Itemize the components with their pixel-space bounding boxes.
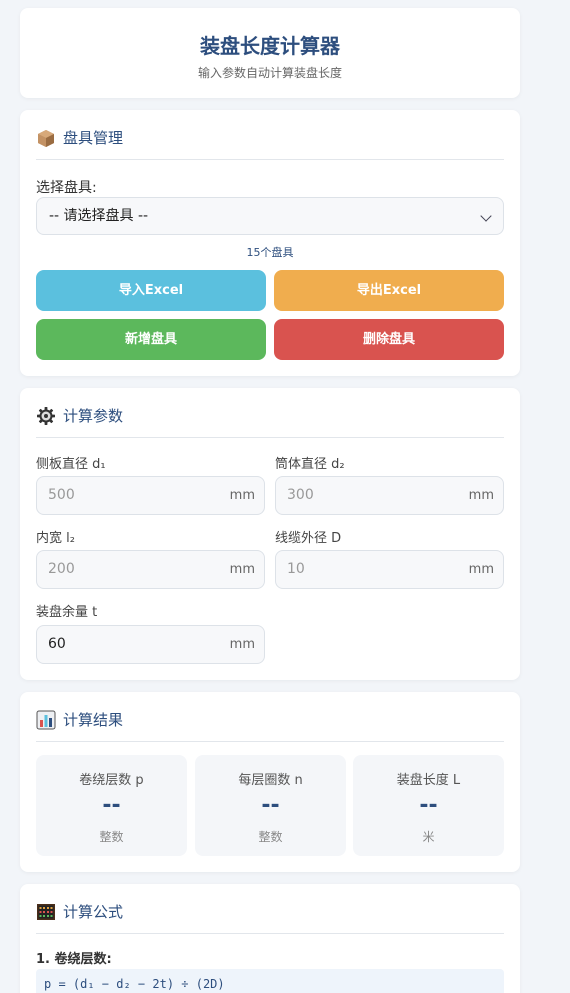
abacus-icon (36, 902, 56, 922)
input-unit: mm (229, 488, 255, 503)
reel-select-value: -- 请选择盘具 -- (49, 208, 149, 224)
box-icon (36, 128, 56, 148)
side-plate-diameter-label: 侧板直径 d₁ (36, 457, 106, 472)
params-section-title: 计算参数 (63, 407, 124, 425)
input-value: 10 (287, 561, 305, 577)
chevron-down-icon (480, 210, 492, 222)
page-subtitle: 输入参数自动计算装盘长度 (197, 66, 342, 80)
reel-management-card: 盘具管理 选择盘具: -- 请选择盘具 -- 15个盘具 导入Excel 导出E… (20, 110, 520, 376)
input-unit: mm (468, 562, 494, 577)
input-value: 500 (48, 487, 75, 503)
input-unit: mm (229, 637, 255, 652)
add-reel-button[interactable]: 新增盘具 (36, 319, 266, 360)
page-title: 装盘长度计算器 (200, 34, 340, 58)
inner-width-input[interactable]: 200 mm (36, 550, 265, 589)
input-value: 60 (48, 636, 66, 652)
reel-margin-input[interactable]: 60 mm (36, 625, 265, 664)
result-name: 卷绕层数 p (79, 773, 144, 788)
result-name: 每层圈数 n (238, 773, 303, 788)
input-unit: mm (468, 488, 494, 503)
barrel-diameter-label: 筒体直径 d₂ (275, 457, 345, 472)
reel-select-label: 选择盘具: (36, 180, 97, 196)
gear-icon (36, 406, 56, 426)
formula-code: p = (d₁ − d₂ − 2t) ÷ (2D) (36, 969, 504, 993)
reel-section-title: 盘具管理 (63, 129, 124, 147)
reel-section-header: 盘具管理 (36, 128, 504, 160)
input-value: 300 (287, 487, 314, 503)
input-unit: mm (229, 562, 255, 577)
result-value: -- (261, 793, 280, 818)
bar-chart-icon (36, 710, 56, 730)
formula-card: 计算公式 1. 卷绕层数: p = (d₁ − d₂ − 2t) ÷ (2D) (20, 884, 520, 993)
params-card: 计算参数 侧板直径 d₁ 500 mm 筒体直径 d₂ 300 mm 内宽 l₂… (20, 388, 520, 680)
result-value: -- (102, 793, 121, 818)
reel-count-text: 15个盘具 (246, 246, 294, 259)
result-unit: 米 (422, 830, 435, 844)
export-excel-button[interactable]: 导出Excel (274, 270, 504, 311)
result-turns-box: 每层圈数 n -- 整数 (195, 755, 346, 856)
cable-diameter-label: 线缆外径 D (275, 531, 342, 546)
params-section-header: 计算参数 (36, 406, 504, 438)
formula-label: 1. 卷绕层数: (36, 952, 112, 967)
input-value: 200 (48, 561, 75, 577)
result-layers-box: 卷绕层数 p -- 整数 (36, 755, 187, 856)
results-card: 计算结果 卷绕层数 p -- 整数 每层圈数 n -- 整数 装盘长度 L --… (20, 692, 520, 872)
delete-reel-button[interactable]: 删除盘具 (274, 319, 504, 360)
inner-width-label: 内宽 l₂ (36, 531, 75, 546)
formula-section-title: 计算公式 (63, 903, 124, 921)
side-plate-diameter-input[interactable]: 500 mm (36, 476, 265, 515)
import-excel-button[interactable]: 导入Excel (36, 270, 266, 311)
result-unit: 整数 (258, 830, 283, 844)
results-section-title: 计算结果 (63, 711, 124, 729)
result-unit: 整数 (99, 830, 124, 844)
header-card: 装盘长度计算器 输入参数自动计算装盘长度 (20, 8, 520, 98)
barrel-diameter-input[interactable]: 300 mm (275, 476, 504, 515)
result-name: 装盘长度 L (396, 773, 461, 788)
results-section-header: 计算结果 (36, 710, 504, 742)
cable-diameter-input[interactable]: 10 mm (275, 550, 504, 589)
result-value: -- (419, 793, 438, 818)
formula-section-header: 计算公式 (36, 902, 504, 934)
reel-select[interactable]: -- 请选择盘具 -- (36, 197, 504, 235)
reel-margin-label: 装盘余量 t (36, 605, 98, 620)
result-length-box: 装盘长度 L -- 米 (353, 755, 504, 856)
